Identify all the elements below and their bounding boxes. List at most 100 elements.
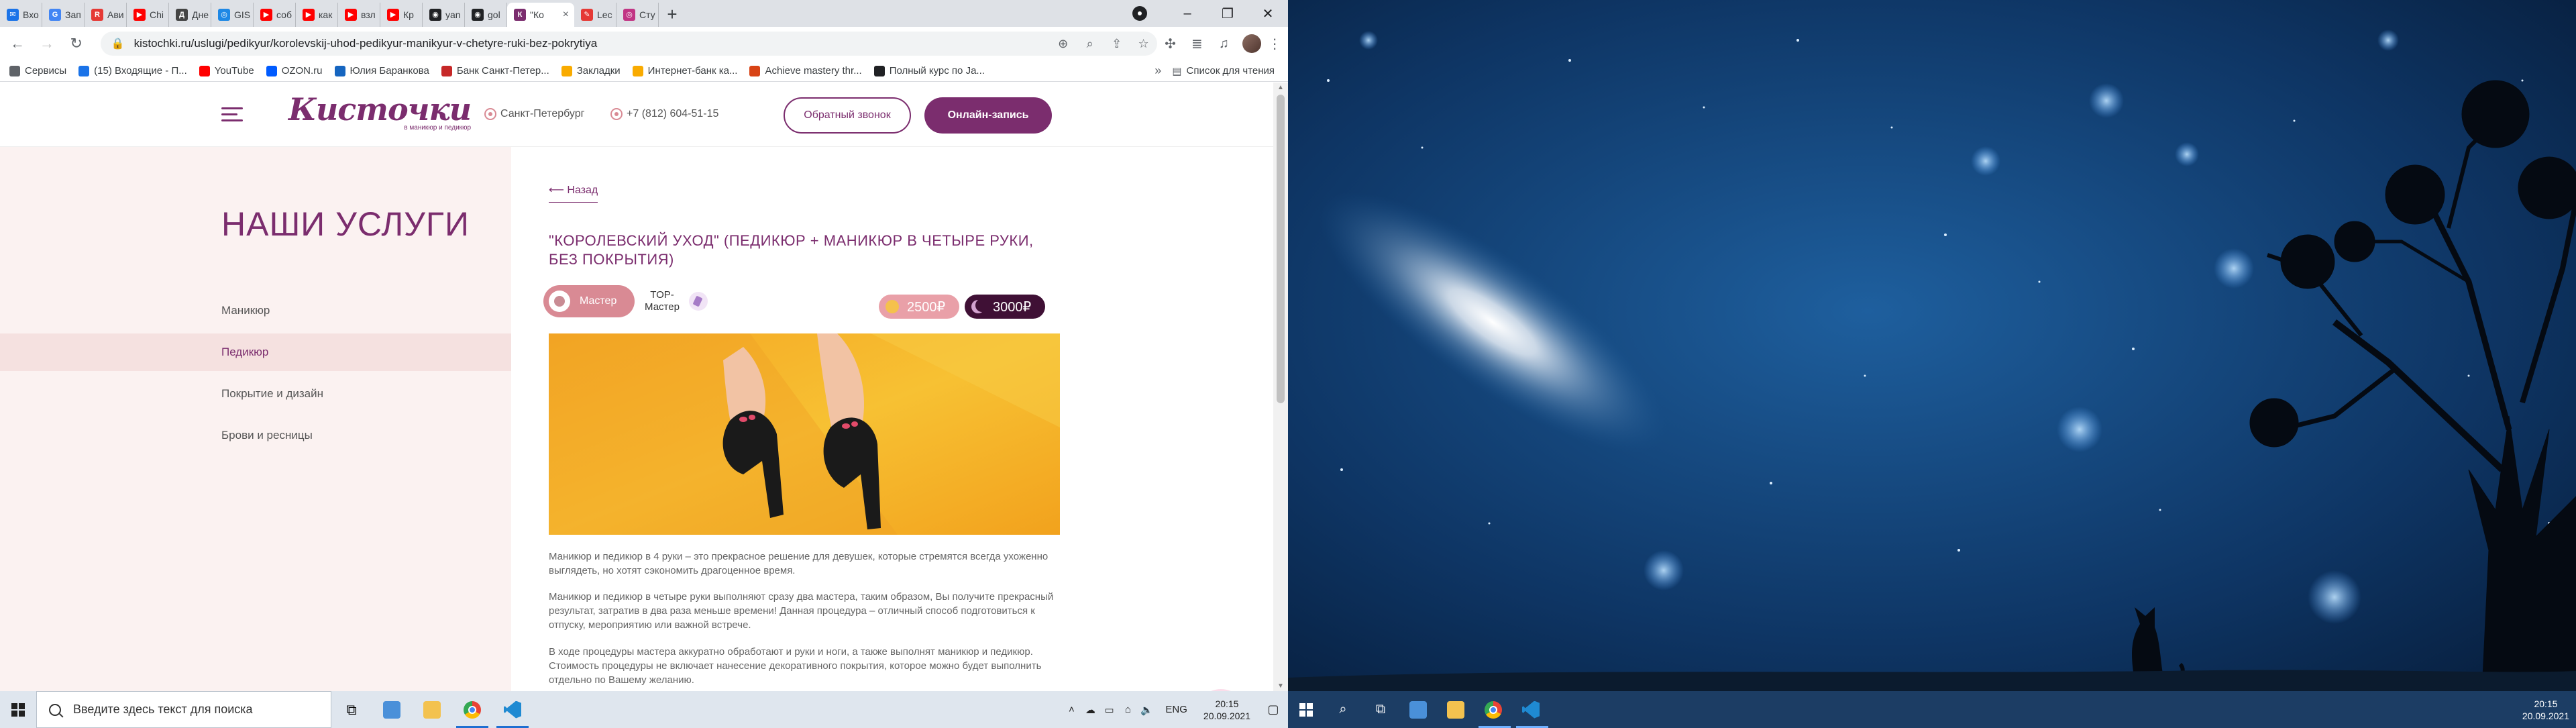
lock-icon[interactable]: 🔒 [111, 37, 125, 50]
tab-favicon-icon: ▶ [133, 9, 146, 21]
tab-master[interactable]: Мастер [543, 285, 635, 317]
taskbar-search[interactable]: Введите здесь текст для поиска [36, 691, 331, 728]
browser-tab[interactable]: ▶ соб [254, 3, 296, 27]
bookmark-item[interactable]: OZON.ru [266, 65, 323, 76]
bookmark-item[interactable]: Закладки [561, 65, 621, 76]
site-header: Кисточки в маникюр и педикюр Санкт-Петер… [0, 83, 1273, 147]
install-icon[interactable]: ⊕ [1050, 37, 1077, 51]
taskbar-app-chrome[interactable] [452, 691, 492, 728]
bookmark-item[interactable]: Интернет-банк ка... [632, 65, 737, 76]
bookmark-item[interactable]: Achieve mastery thr... [749, 65, 862, 76]
sidebar-item-coating-design[interactable]: Покрытие и дизайн [0, 375, 511, 413]
taskbar-app-file-explorer-secondary[interactable] [1437, 691, 1474, 728]
phone-link[interactable]: +7 (812) 604-51-15 [610, 108, 718, 120]
service-title: "КОРОЛЕВСКИЙ УХОД" (ПЕДИКЮР + МАНИКЮР В … [549, 232, 1034, 268]
city-selector[interactable]: Санкт-Петербург [484, 108, 584, 120]
online-booking-button[interactable]: Онлайн-запись [924, 97, 1052, 134]
taskbar-app-vscode[interactable] [492, 691, 533, 728]
start-button-secondary[interactable] [1288, 691, 1324, 728]
forward-arrow-icon[interactable]: → [35, 32, 59, 56]
sidebar-item-brows-lashes[interactable]: Брови и ресницы [0, 417, 511, 454]
reading-mode-icon[interactable]: ≣ [1184, 36, 1211, 52]
tab-favicon-icon: G [49, 9, 61, 21]
bookmark-item[interactable]: Банк Санкт-Петер... [441, 65, 549, 76]
browser-tab[interactable]: ▶ взл [338, 3, 380, 27]
bookmarks-more-icon[interactable]: » [1155, 64, 1161, 78]
scrollbar-thumb[interactable] [1277, 95, 1285, 403]
browser-tab[interactable]: ▶ как [296, 3, 338, 27]
tab-title: Ави [107, 9, 124, 20]
browser-tab[interactable]: ✎ Lec [574, 3, 616, 27]
task-view-button[interactable]: ⧉ [331, 691, 372, 728]
reload-icon[interactable]: ↻ [64, 32, 89, 56]
bookmark-item[interactable]: YouTube [199, 65, 254, 76]
address-url[interactable]: kistochki.ru/uslugi/pedikyur/korolevskij… [134, 37, 1050, 50]
address-bar[interactable]: 🔒 kistochki.ru/uslugi/pedikyur/korolevsk… [100, 32, 1157, 56]
taskbar-app-explorer-alt[interactable] [372, 691, 412, 728]
new-tab-button[interactable]: + [659, 3, 686, 27]
back-link[interactable]: ⟵ Назад [549, 183, 598, 203]
browser-tab[interactable]: ◎ Сту [616, 3, 659, 27]
maximize-button[interactable]: ❐ [1208, 5, 1248, 22]
browser-tab-active[interactable]: К "Ко × [507, 3, 574, 27]
bookmark-label: Сервисы [25, 65, 67, 76]
media-record-icon[interactable] [1132, 6, 1147, 21]
tab-close-icon[interactable]: × [563, 9, 569, 21]
scroll-down-icon[interactable]: ▼ [1273, 682, 1288, 690]
tab-top-master[interactable]: TOP-Мастер [641, 287, 728, 316]
folder-tray-icon[interactable]: ▭ [1101, 704, 1117, 716]
bookmark-item[interactable]: Полный курс по Ja... [873, 65, 985, 76]
tab-master-label: Мастер [580, 295, 617, 307]
browser-tab[interactable]: ▶ Chi [127, 3, 169, 27]
clock[interactable]: 20:15 20.09.2021 [1203, 698, 1250, 722]
extensions-icon[interactable]: ✣ [1157, 36, 1184, 52]
cloud-icon[interactable]: ☁ [1082, 704, 1098, 716]
callback-button[interactable]: Обратный звонок [784, 97, 911, 134]
browser-tab[interactable]: ◉ gol [465, 3, 507, 27]
share-icon[interactable]: ⇪ [1104, 37, 1130, 51]
taskbar-app-chrome-secondary[interactable] [1474, 691, 1512, 728]
network-icon[interactable]: ⌂ [1120, 704, 1136, 715]
search-icon [49, 703, 61, 716]
site-logo[interactable]: Кисточки в маникюр и педикюр [288, 92, 472, 132]
services-title: НАШИ УСЛУГИ [221, 205, 470, 243]
back-arrow-icon[interactable]: ← [5, 32, 30, 56]
browser-tab[interactable]: Д Дне [169, 3, 211, 27]
clock-secondary[interactable]: 20:15 20.09.2021 [2522, 698, 2569, 722]
bookmark-star-icon[interactable]: ☆ [1130, 37, 1157, 51]
minimize-button[interactable]: – [1167, 6, 1208, 21]
close-window-button[interactable]: ✕ [1248, 5, 1288, 22]
start-button[interactable] [0, 691, 36, 728]
sidebar-item-pedicure[interactable]: Педикюр [0, 333, 511, 371]
media-icon[interactable]: ♫ [1210, 36, 1237, 52]
browser-tab[interactable]: ✉ Вхо [0, 3, 42, 27]
browser-tab[interactable]: G Зап [42, 3, 85, 27]
taskbar-app-file-explorer[interactable] [412, 691, 452, 728]
search-button-secondary[interactable]: ⌕ [1324, 691, 1362, 728]
browser-tab[interactable]: ▶ Кр [380, 3, 423, 27]
scroll-up-icon[interactable]: ▲ [1273, 84, 1288, 91]
volume-icon[interactable]: 🔈 [1138, 704, 1155, 716]
reading-list[interactable]: ▤ Список для чтения [1172, 65, 1275, 77]
language-indicator[interactable]: ENG [1165, 704, 1187, 715]
browser-toolbar: ← → ↻ 🔒 kistochki.ru/uslugi/pedikyur/kor… [0, 27, 1288, 60]
task-view-button-secondary[interactable]: ⧉ [1362, 691, 1399, 728]
menu-dots-icon[interactable]: ⋮ [1261, 36, 1288, 52]
taskbar-app-explorer-alt-secondary[interactable] [1399, 691, 1437, 728]
bookmark-item[interactable]: (15) Входящие - П... [78, 65, 187, 76]
zoom-icon[interactable]: ⌕ [1077, 37, 1104, 51]
sidebar-item-manicure[interactable]: Маникюр [0, 292, 511, 329]
moon-icon [971, 300, 985, 313]
page-scrollbar[interactable]: ▲ ▼ [1273, 83, 1288, 691]
browser-tab[interactable]: ◉ yan [423, 3, 465, 27]
bookmark-label: (15) Входящие - П... [94, 65, 187, 76]
tray-overflow-icon[interactable]: ˄ [1063, 704, 1079, 715]
bookmark-item[interactable]: Юлия Баранкова [334, 65, 429, 76]
hamburger-menu-icon[interactable] [221, 107, 243, 122]
taskbar-app-vscode-secondary[interactable] [1512, 691, 1550, 728]
notification-icon[interactable]: ▢ [1258, 703, 1288, 717]
bookmark-item[interactable]: Сервисы [9, 65, 66, 76]
browser-tab[interactable]: R Ави [85, 3, 127, 27]
browser-tab[interactable]: ◎ GIS [211, 3, 254, 27]
profile-avatar[interactable] [1242, 34, 1262, 53]
